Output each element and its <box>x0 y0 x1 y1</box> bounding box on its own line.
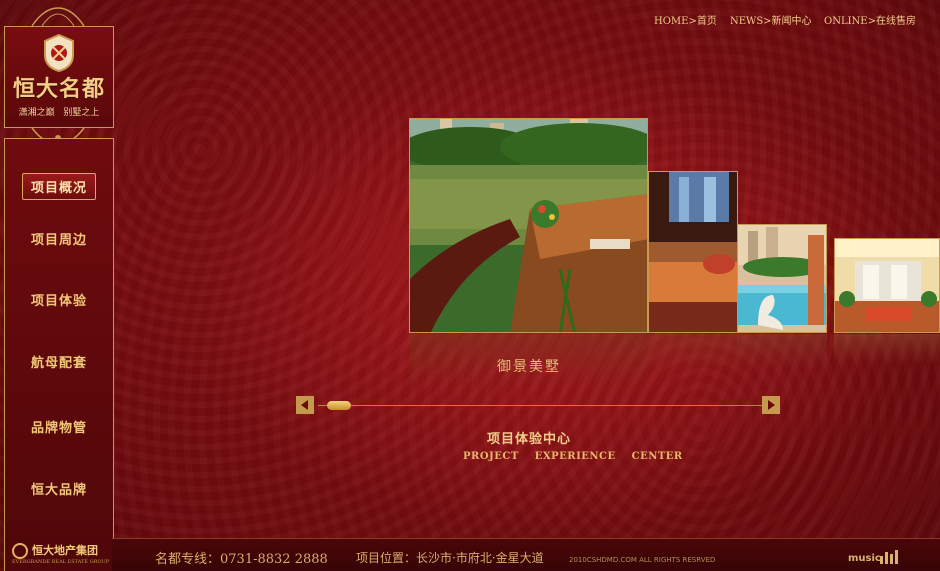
nav-item-label: 项目体验 <box>30 294 87 309</box>
nav-item-facilities[interactable]: 航母配套 <box>5 352 113 371</box>
gallery-slider-handle[interactable] <box>327 401 351 410</box>
nav-item-label: 项目周边 <box>30 233 87 248</box>
crest-icon <box>44 33 74 73</box>
top-nav-news[interactable]: NEWS>新闻中心 <box>730 12 812 27</box>
brand-title: 恒大名都 <box>12 76 105 102</box>
nav-item-label: 品牌物管 <box>30 421 87 436</box>
music-bars-icon[interactable] <box>880 550 902 564</box>
living-room-image <box>835 239 939 332</box>
group-logo-icon <box>12 543 28 559</box>
brand-subtitle: 潇湘之巅 别墅之上 <box>18 108 100 118</box>
villa-terrace-image <box>410 119 647 332</box>
side-navigation: 项目概况 项目周边 项目体验 航母配套 品牌物管 恒大品牌 <box>4 138 114 571</box>
gallery-main-photo[interactable] <box>409 118 648 333</box>
gallery-photo-lounge[interactable] <box>648 171 738 333</box>
top-nav-online[interactable]: ONLINE>在线售房 <box>824 12 916 27</box>
nav-item-overview[interactable]: 项目概况 <box>5 173 113 200</box>
copyright-text: 2010CSHDMD.COM ALL RIGHTS RESRVED <box>569 556 716 564</box>
top-nav-home[interactable]: HOME>首页 <box>654 12 717 27</box>
nav-item-label: 项目概况 <box>21 173 96 200</box>
section-subtitle: PROJECT EXPERIENCE CENTER <box>463 451 683 462</box>
section-title: 项目体验中心 <box>486 432 571 447</box>
nav-item-label: 航母配套 <box>30 356 87 371</box>
group-logo[interactable]: 恒大地产集团 EVERGRANDE REAL ESTATE GROUP <box>8 541 110 567</box>
nav-item-experience[interactable]: 项目体验 <box>5 290 113 309</box>
gallery-living-room-reflection <box>834 334 940 364</box>
gallery-slider-track[interactable] <box>318 405 762 406</box>
arrow-right-icon <box>768 400 775 410</box>
nav-item-evergrande-brand[interactable]: 恒大品牌 <box>5 479 113 498</box>
next-button[interactable] <box>762 396 780 414</box>
nav-item-surroundings[interactable]: 项目周边 <box>5 229 113 248</box>
hotline-text: 名都专线：0731-8832 2888 <box>155 552 328 567</box>
gallery-pool-reflection <box>737 334 827 370</box>
gallery-photo-living-room[interactable] <box>834 238 940 333</box>
lounge-image <box>649 172 737 332</box>
gallery-lounge-reflection <box>648 334 738 374</box>
group-name: 恒大地产集团 <box>32 544 98 557</box>
arrow-left-icon <box>301 400 308 410</box>
address-text: 项目位置：长沙市·市府北·金星大道 <box>356 551 544 565</box>
top-ornament <box>31 7 85 27</box>
gallery-caption: 御景美墅 <box>497 359 561 375</box>
prev-button[interactable] <box>296 396 314 414</box>
gallery-photo-pool[interactable] <box>737 224 827 333</box>
music-toggle[interactable]: music <box>848 553 881 564</box>
nav-item-property-management[interactable]: 品牌物管 <box>5 417 113 436</box>
nav-item-label: 恒大品牌 <box>30 483 87 498</box>
pool-image <box>738 225 826 332</box>
logo-panel[interactable]: 恒大名都 潇湘之巅 别墅之上 <box>4 26 114 128</box>
group-name-english: EVERGRANDE REAL ESTATE GROUP <box>12 559 110 565</box>
